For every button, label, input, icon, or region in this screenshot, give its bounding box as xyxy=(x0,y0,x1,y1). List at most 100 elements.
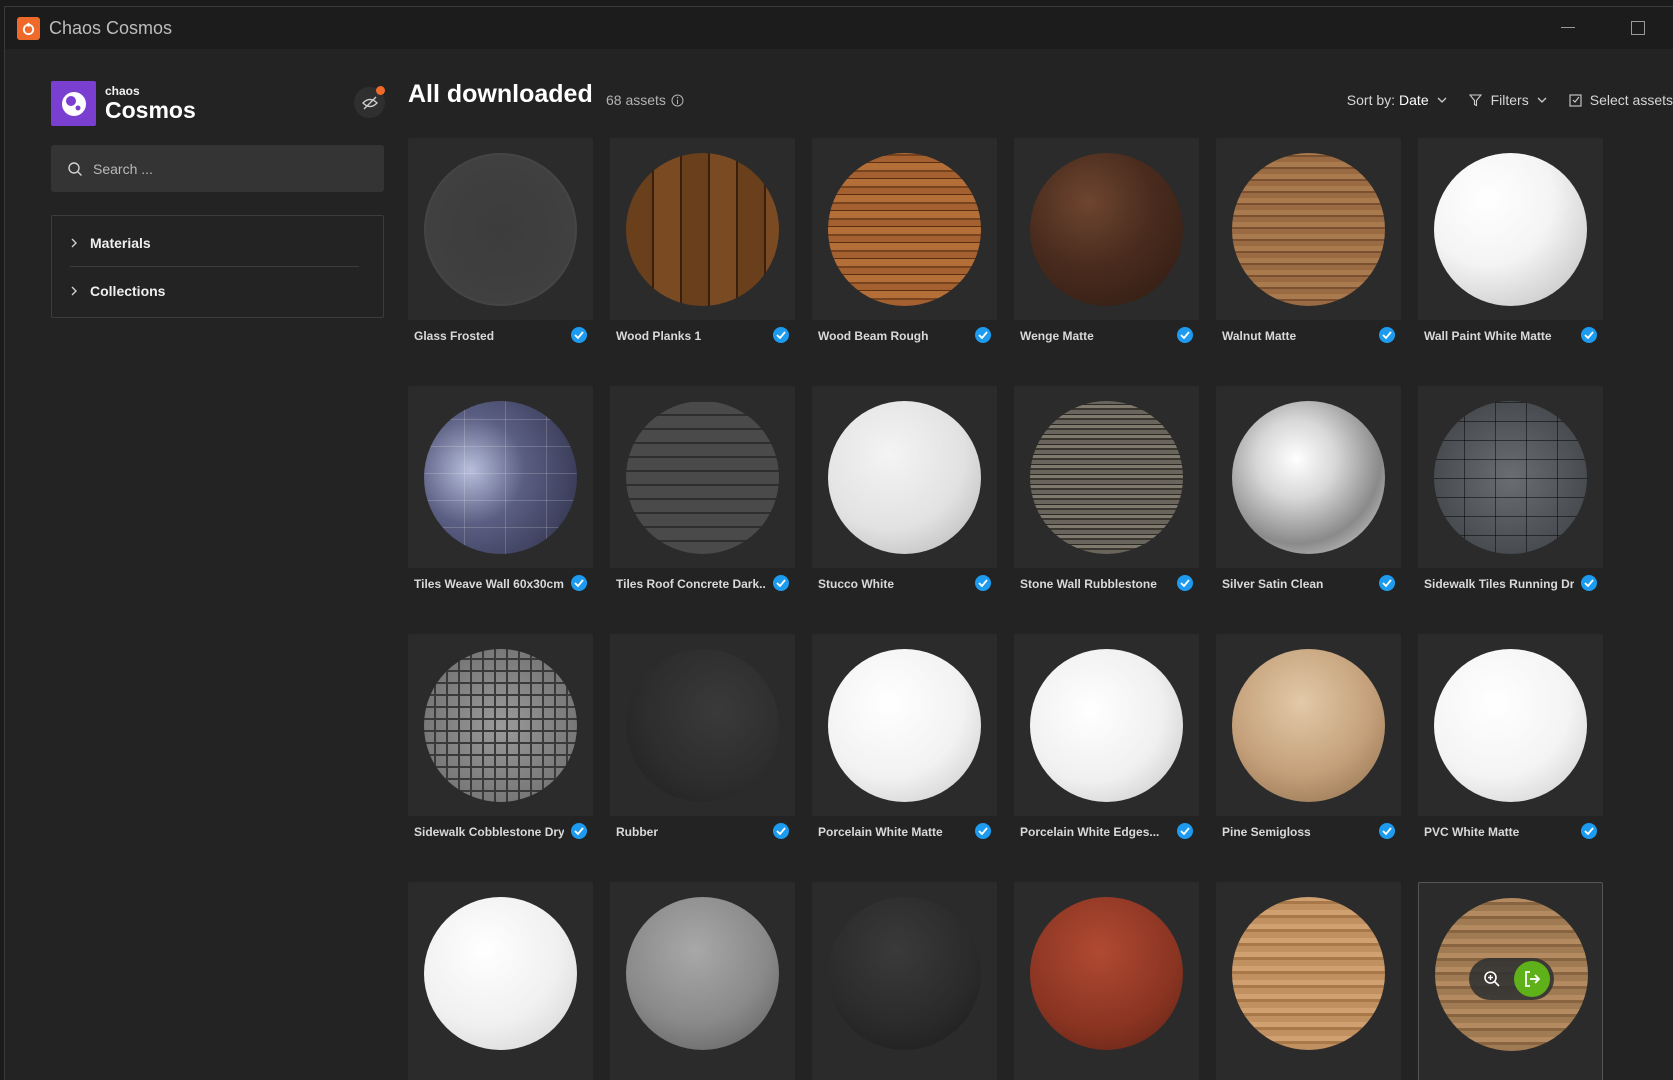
maximize-button[interactable] xyxy=(1603,7,1673,49)
chevron-down-icon xyxy=(1537,97,1547,103)
asset-label-bar: Rubber xyxy=(610,816,795,867)
nav-item-label: Collections xyxy=(90,283,166,299)
chevron-right-icon xyxy=(71,286,77,296)
asset-card[interactable]: Stucco White xyxy=(812,386,997,619)
asset-card[interactable]: Porcelain White Matte xyxy=(812,634,997,867)
title-bar: Chaos Cosmos xyxy=(5,7,1673,49)
asset-card[interactable]: Pine Semigloss xyxy=(1216,634,1401,867)
asset-card[interactable]: Wood Beam Rough xyxy=(812,138,997,371)
search-box[interactable] xyxy=(51,145,384,192)
chaos-app-icon xyxy=(17,16,40,40)
eye-off-icon xyxy=(361,96,378,109)
asset-card[interactable] xyxy=(1418,882,1603,1080)
material-preview-sphere xyxy=(1434,649,1587,802)
asset-name: Rubber xyxy=(616,825,658,839)
cosmos-logo: chaos Cosmos xyxy=(51,81,196,126)
asset-card[interactable] xyxy=(408,882,593,1080)
downloaded-check-icon xyxy=(571,575,587,591)
asset-card[interactable]: Wood Planks 1 xyxy=(610,138,795,371)
zoom-in-icon[interactable] xyxy=(1479,966,1505,992)
material-preview-sphere xyxy=(1030,401,1183,554)
asset-name: Pine Semigloss xyxy=(1222,825,1311,839)
downloaded-check-icon xyxy=(1581,575,1597,591)
downloaded-check-icon xyxy=(773,327,789,343)
asset-name: Stucco White xyxy=(818,577,895,591)
asset-card[interactable]: PVC White Matte xyxy=(1418,634,1603,867)
asset-card[interactable]: Walnut Matte xyxy=(1216,138,1401,371)
card-hover-actions xyxy=(1469,958,1554,1000)
select-assets-button[interactable]: Select assets xyxy=(1569,92,1673,108)
info-icon[interactable] xyxy=(671,94,684,107)
material-preview-sphere xyxy=(1030,897,1183,1050)
sort-value: Date xyxy=(1399,92,1429,108)
filters-button[interactable]: Filters xyxy=(1468,92,1547,108)
asset-card[interactable]: Wall Paint White Matte xyxy=(1418,138,1603,371)
material-preview-sphere xyxy=(1232,897,1385,1050)
material-preview-sphere xyxy=(1232,401,1385,554)
asset-name: Tiles Roof Concrete Dark... xyxy=(616,577,766,591)
material-preview-sphere xyxy=(828,401,981,554)
asset-name: Wood Beam Rough xyxy=(818,329,929,343)
downloaded-check-icon xyxy=(975,575,991,591)
asset-card[interactable]: Glass Frosted xyxy=(408,138,593,371)
asset-label-bar: Porcelain White Matte xyxy=(812,816,997,867)
material-preview-sphere xyxy=(1030,649,1183,802)
asset-label-bar: Tiles Weave Wall 60x30cm xyxy=(408,568,593,619)
downloaded-check-icon xyxy=(975,327,991,343)
asset-card[interactable]: Tiles Weave Wall 60x30cm xyxy=(408,386,593,619)
asset-card[interactable]: Silver Satin Clean xyxy=(1216,386,1401,619)
asset-label-bar: Stone Wall Rubblestone xyxy=(1014,568,1199,619)
nav-item-collections[interactable]: Collections xyxy=(52,268,383,314)
asset-label-bar: Sidewalk Cobblestone Dry xyxy=(408,816,593,867)
notifications-button[interactable] xyxy=(354,86,385,118)
downloaded-check-icon xyxy=(1379,575,1395,591)
search-input[interactable] xyxy=(93,160,363,177)
asset-card[interactable] xyxy=(1014,882,1199,1080)
asset-card[interactable]: Rubber xyxy=(610,634,795,867)
nav-item-label: Materials xyxy=(90,235,151,251)
downloaded-check-icon xyxy=(1379,327,1395,343)
asset-label-bar: Tiles Roof Concrete Dark... xyxy=(610,568,795,619)
asset-card[interactable] xyxy=(812,882,997,1080)
toolbar: Sort by: Date Filters Select assets xyxy=(1347,92,1673,108)
downloaded-check-icon xyxy=(1177,327,1193,343)
material-preview-sphere xyxy=(626,401,779,554)
asset-card[interactable] xyxy=(610,882,795,1080)
asset-card[interactable]: Tiles Roof Concrete Dark... xyxy=(610,386,795,619)
search-icon xyxy=(68,161,82,176)
material-preview-sphere xyxy=(1232,649,1385,802)
asset-label-bar: Sidewalk Tiles Running Dry xyxy=(1418,568,1603,619)
downloaded-check-icon xyxy=(773,575,789,591)
asset-label-bar: Silver Satin Clean xyxy=(1216,568,1401,619)
filters-label: Filters xyxy=(1490,92,1529,108)
minimize-button[interactable] xyxy=(1533,7,1603,49)
import-icon[interactable] xyxy=(1514,961,1550,997)
material-preview-sphere xyxy=(1434,401,1587,554)
asset-name: Tiles Weave Wall 60x30cm xyxy=(414,577,564,591)
maximize-icon xyxy=(1631,21,1645,35)
nav-item-materials[interactable]: Materials xyxy=(52,220,383,266)
asset-name: Wall Paint White Matte xyxy=(1424,329,1552,343)
asset-card[interactable]: Porcelain White Edges... xyxy=(1014,634,1199,867)
select-icon xyxy=(1569,94,1582,107)
select-assets-label: Select assets xyxy=(1589,92,1673,108)
filter-icon xyxy=(1468,93,1482,106)
sort-dropdown[interactable]: Sort by: Date xyxy=(1347,92,1447,108)
material-preview-sphere xyxy=(424,401,577,554)
asset-label-bar: Wood Planks 1 xyxy=(610,320,795,371)
asset-count-text: 68 assets xyxy=(606,92,666,108)
asset-card[interactable] xyxy=(1216,882,1401,1080)
asset-label-bar: Porcelain White Edges... xyxy=(1014,816,1199,867)
asset-card[interactable]: Sidewalk Tiles Running Dry xyxy=(1418,386,1603,619)
asset-label-bar: Wenge Matte xyxy=(1014,320,1199,371)
downloaded-check-icon xyxy=(773,823,789,839)
notification-dot xyxy=(376,86,385,95)
asset-card[interactable]: Sidewalk Cobblestone Dry xyxy=(408,634,593,867)
asset-card[interactable]: Stone Wall Rubblestone xyxy=(1014,386,1199,619)
logo-text-small: chaos xyxy=(105,84,140,98)
chevron-down-icon xyxy=(1437,97,1447,103)
material-preview-sphere xyxy=(1030,153,1183,306)
sidebar: chaos Cosmos Materials Collections xyxy=(5,49,385,1080)
asset-card[interactable]: Wenge Matte xyxy=(1014,138,1199,371)
asset-label-bar: Wall Paint White Matte xyxy=(1418,320,1603,371)
